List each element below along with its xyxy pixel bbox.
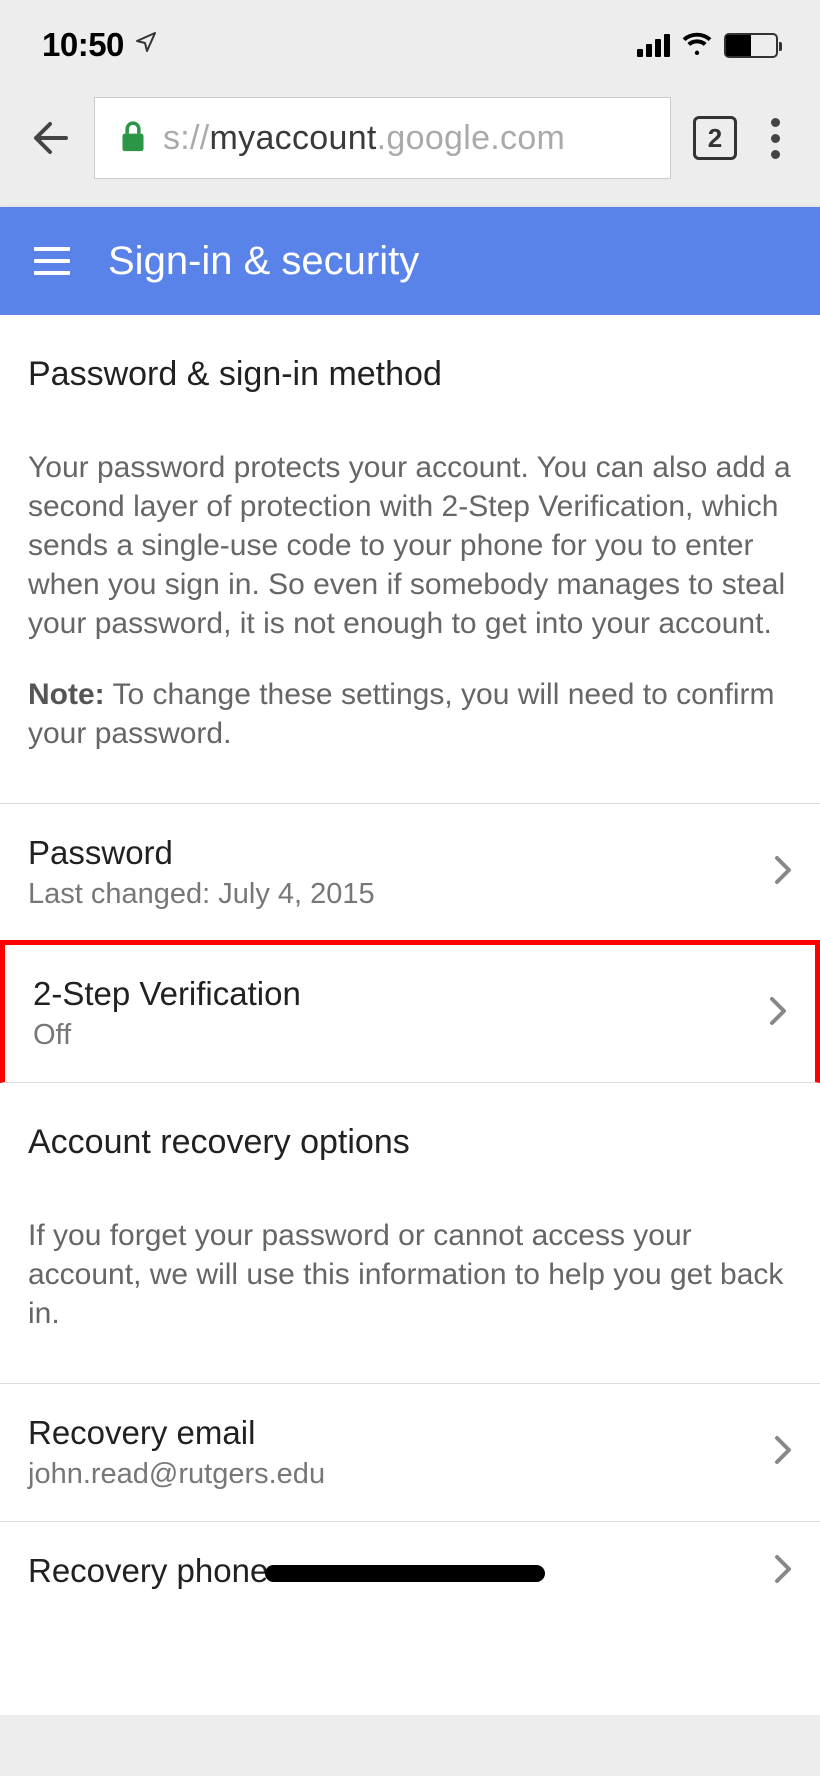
note-text: To change these settings, you will need … <box>28 678 775 750</box>
cellular-signal-icon <box>637 33 670 57</box>
back-button[interactable] <box>28 116 72 160</box>
recovery-description: If you forget your password or cannot ac… <box>28 1216 792 1333</box>
location-arrow-icon <box>134 30 158 61</box>
item-label: Recovery email <box>28 1414 325 1452</box>
tab-switcher-button[interactable]: 2 <box>693 116 737 160</box>
section-title-recovery: Account recovery options <box>28 1123 792 1162</box>
item-sub: john.read@rutgers.edu <box>28 1458 325 1491</box>
item-label: Recovery phone <box>28 1552 545 1590</box>
url-text: s://myaccount.google.com <box>163 119 565 158</box>
item-label: 2-Step Verification <box>33 975 301 1013</box>
chevron-right-icon <box>774 1554 792 1589</box>
menu-button[interactable] <box>34 247 70 275</box>
section-title-password: Password & sign-in method <box>28 355 792 394</box>
chevron-right-icon <box>774 855 792 890</box>
page-title: Sign-in & security <box>108 239 419 284</box>
chevron-right-icon <box>769 996 787 1031</box>
recovery-list: Recovery email john.read@rutgers.edu Rec… <box>0 1383 820 1600</box>
page-header: Sign-in & security <box>0 207 820 315</box>
url-prefix: s:// <box>163 119 210 157</box>
status-bar: 10:50 <box>0 0 820 85</box>
password-section: Password & sign-in method Your password … <box>0 315 820 1083</box>
item-sub: Off <box>33 1019 301 1052</box>
two-step-verification-item[interactable]: 2-Step Verification Off <box>0 940 820 1083</box>
redacted-phone <box>265 1565 545 1582</box>
url-tail: .google.com <box>377 119 566 157</box>
lock-icon <box>119 118 147 159</box>
password-note: Note: To change these settings, you will… <box>28 675 792 753</box>
recovery-section: Account recovery options If you forget y… <box>0 1083 820 1600</box>
url-domain: myaccount <box>210 119 377 157</box>
browser-chrome: s://myaccount.google.com 2 <box>0 85 820 207</box>
password-item[interactable]: Password Last changed: July 4, 2015 <box>0 803 820 941</box>
recovery-email-item[interactable]: Recovery email john.read@rutgers.edu <box>0 1383 820 1521</box>
status-left: 10:50 <box>42 26 158 64</box>
note-label: Note: <box>28 678 105 711</box>
wifi-icon <box>682 31 712 60</box>
address-bar[interactable]: s://myaccount.google.com <box>94 97 671 179</box>
item-label: Password <box>28 834 375 872</box>
recovery-phone-label: Recovery phone <box>28 1552 268 1589</box>
status-right <box>637 31 778 60</box>
password-description: Your password protects your account. You… <box>28 448 792 643</box>
overflow-menu-button[interactable] <box>759 112 792 165</box>
content-area: Password & sign-in method Your password … <box>0 315 820 1715</box>
chevron-right-icon <box>774 1435 792 1470</box>
tab-count: 2 <box>708 123 722 154</box>
recovery-phone-item[interactable]: Recovery phone <box>0 1521 820 1600</box>
password-list: Password Last changed: July 4, 2015 2-St… <box>0 803 820 1083</box>
status-time: 10:50 <box>42 26 124 64</box>
battery-icon <box>724 33 778 58</box>
item-sub: Last changed: July 4, 2015 <box>28 878 375 911</box>
